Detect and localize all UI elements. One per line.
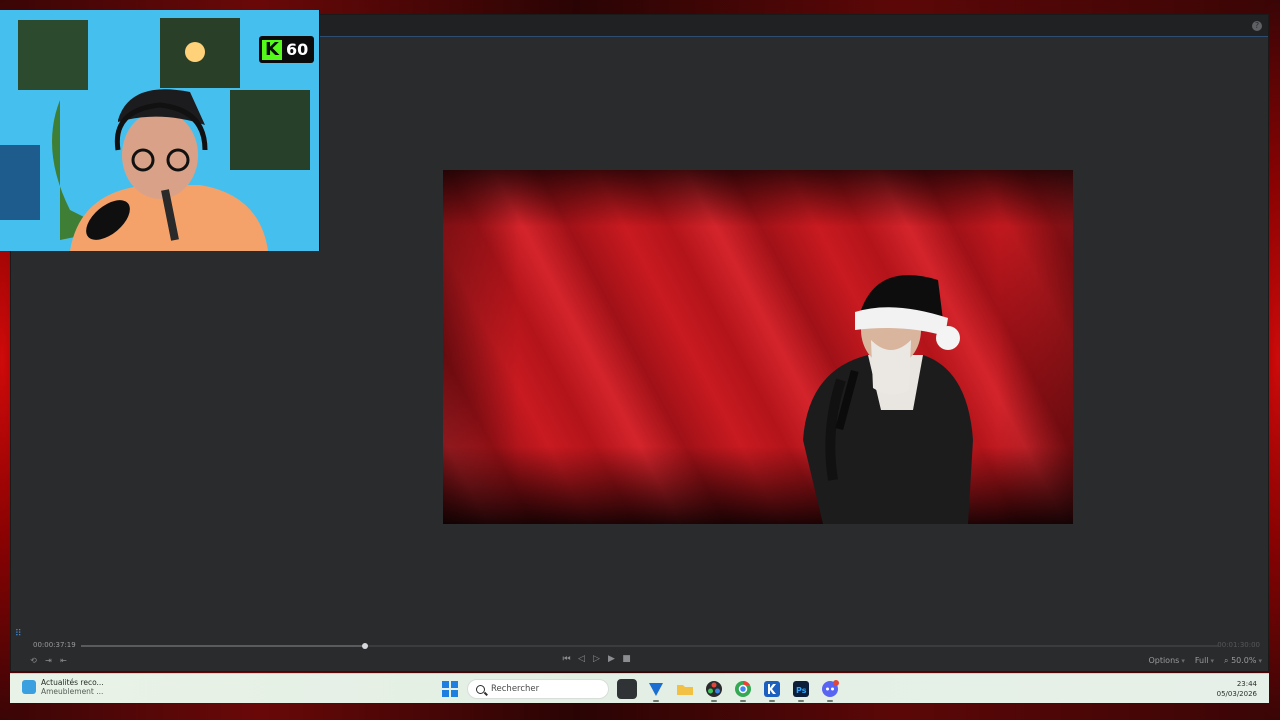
play-icon[interactable]: ▶ <box>607 655 616 664</box>
right-controls: Options ▾ Full ▾ ⌕ 50.0% ▾ <box>1148 656 1262 666</box>
options-dropdown[interactable]: Options ▾ <box>1148 656 1184 666</box>
clock-time: 23:44 <box>1236 680 1257 688</box>
discord-icon[interactable] <box>820 679 840 702</box>
kick-logo-icon: K <box>262 39 282 60</box>
import-icon[interactable]: ⇤ <box>59 656 68 665</box>
file-explorer-dark-icon[interactable] <box>617 679 637 699</box>
search-icon <box>476 684 485 694</box>
quality-dropdown[interactable]: Full ▾ <box>1195 656 1214 666</box>
transport-controls: ⏮ ◁ ▷ ▶ ■ <box>562 655 631 664</box>
scrub-track[interactable] <box>81 643 1218 649</box>
news-subtitle: Ameublement ... <box>41 687 104 696</box>
svg-text:Ps: Ps <box>796 686 807 695</box>
news-widget[interactable]: Actualités reco... Ameublement ... <box>22 678 104 696</box>
video-preview[interactable] <box>443 170 1073 524</box>
step-back-icon[interactable]: ◁ <box>577 655 586 664</box>
step-forward-icon[interactable]: ▷ <box>592 655 601 664</box>
search-placeholder: Rechercher <box>491 684 540 694</box>
news-icon <box>22 680 36 694</box>
chevron-down-icon: ▾ <box>1258 657 1262 665</box>
davinci-icon[interactable] <box>704 679 724 702</box>
folder-icon[interactable] <box>675 679 695 699</box>
left-controls: ⟲ ⇥ ⇤ <box>29 656 68 665</box>
total-time: 00:01:30:00 <box>1217 641 1260 649</box>
current-time: 00:00:37:19 <box>33 641 76 649</box>
news-title: Actualités reco... <box>41 678 104 687</box>
resize-handle-icon[interactable]: ⠿ <box>15 629 25 639</box>
export-icon[interactable]: ⇥ <box>44 656 53 665</box>
taskbar-apps: Ps <box>617 679 840 702</box>
stop-icon[interactable]: ■ <box>622 655 631 664</box>
viewer-count: 60 <box>286 40 309 59</box>
news-text: Actualités reco... Ameublement ... <box>41 678 104 696</box>
taskbar-search[interactable]: Rechercher <box>467 679 609 699</box>
loop-icon[interactable]: ⟲ <box>29 656 38 665</box>
quality-label: Full <box>1194 656 1209 665</box>
windows-start-icon[interactable] <box>442 681 458 697</box>
system-clock[interactable]: 23:44 05/03/2026 <box>1217 679 1257 699</box>
options-label: Options <box>1148 656 1180 665</box>
zoom-icon: ⌕ <box>1224 656 1232 665</box>
help-icon[interactable]: ? <box>1252 21 1262 31</box>
vegas-editor-icon[interactable] <box>646 679 666 702</box>
playhead-knob[interactable] <box>362 643 369 649</box>
photoshop-icon[interactable]: Ps <box>791 679 811 702</box>
chrome-icon[interactable] <box>733 679 753 702</box>
zoom-label: 50.0% <box>1231 656 1257 665</box>
playback-controls: ⟲ ⇥ ⇤ ⏮ ◁ ▷ ▶ ■ Options ▾ Full ▾ ⌕ 50.0% ▾ <box>11 653 1268 669</box>
kick-app-icon[interactable] <box>762 679 782 702</box>
skip-back-icon[interactable]: ⏮ <box>562 655 571 664</box>
viewer-count-badge: K 60 <box>259 36 314 63</box>
chevron-down-icon: ▾ <box>1210 657 1215 665</box>
webcam-overlay: K 60 <box>0 10 320 251</box>
windows-taskbar: Actualités reco... Ameublement ... Reche… <box>10 673 1269 703</box>
zoom-dropdown[interactable]: ⌕ 50.0% ▾ <box>1224 656 1262 666</box>
performer-figure <box>803 275 973 524</box>
scrub-fill <box>81 645 366 647</box>
clock-date: 05/03/2026 <box>1216 690 1257 698</box>
timeline[interactable]: 00:00:37:19 00:01:30:00 <box>11 639 1268 653</box>
chevron-down-icon: ▾ <box>1181 657 1185 665</box>
